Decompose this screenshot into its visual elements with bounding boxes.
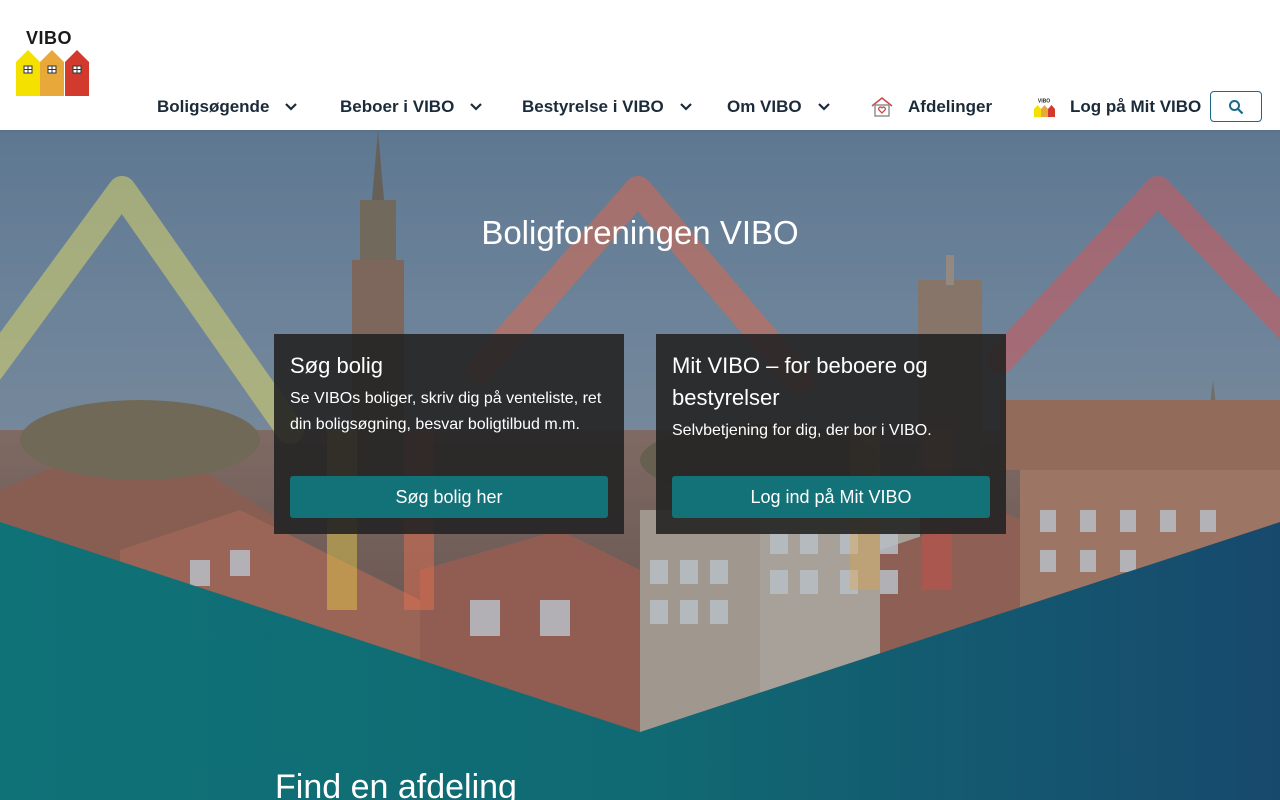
nav-item-beboer[interactable]: Beboer i VIBO [340,97,522,117]
nav-item-label: Om VIBO [727,97,802,116]
hero-title: Boligforeningen VIBO [481,214,799,251]
card-title: Mit VIBO – for beboere og bestyrelser [672,353,928,410]
search-home-button[interactable]: Søg bolig her [290,476,608,518]
vibo-houses-icon: VIBO [1034,98,1055,117]
nav-item-afdelinger[interactable]: Afdelinger [870,95,1032,119]
svg-text:VIBO: VIBO [1038,99,1050,105]
site-header: VIBO Boligsøgende Beboer i VIBO Bestyrel… [0,0,1280,130]
nav-item-label: Boligsøgende [157,97,270,116]
nav-item-log-pa-mit-vibo[interactable]: VIBO Log på Mit VIBO [1032,95,1210,119]
search-icon [1229,99,1244,114]
search-button[interactable] [1210,91,1262,122]
nav-item-label: Afdelinger [908,97,993,116]
nav-item-label: Bestyrelse i VIBO [522,97,664,116]
nav-item-boligsogende[interactable]: Boligsøgende [157,97,340,117]
search-home-card: Søg bolig Se VIBOs boliger, skriv dig på… [274,334,624,534]
section-title: Find en afdeling [275,768,517,800]
nav-item-label: Beboer i VIBO [340,97,455,116]
card-text: Se VIBOs boliger, skriv dig på ventelist… [290,390,602,433]
chevron-down-icon [817,103,830,111]
mit-vibo-card: Mit VIBO – for beboere og bestyrelser Se… [656,334,1006,534]
logo-text: VIBO [26,28,73,48]
hero-section: Boligforeningen VIBO Søg bolig Se VIBOs … [0,130,1280,800]
login-mit-vibo-button[interactable]: Log ind på Mit VIBO [672,476,990,518]
nav-item-bestyrelse[interactable]: Bestyrelse i VIBO [522,97,727,117]
vibo-logo[interactable]: VIBO [16,28,90,98]
main-nav: Boligsøgende Beboer i VIBO Bestyrelse i … [157,88,1210,126]
nav-item-label: Log på Mit VIBO [1070,97,1202,116]
card-text: Selvbetjening for dig, der bor i VIBO. [672,422,932,439]
logo-houses-icon [16,50,89,96]
house-heart-icon [871,96,893,117]
card-title: Søg bolig [290,353,383,378]
chevron-down-icon [679,103,692,111]
chevron-down-icon [470,103,483,111]
chevron-down-icon [285,103,298,111]
nav-item-om-vibo[interactable]: Om VIBO [727,97,870,117]
